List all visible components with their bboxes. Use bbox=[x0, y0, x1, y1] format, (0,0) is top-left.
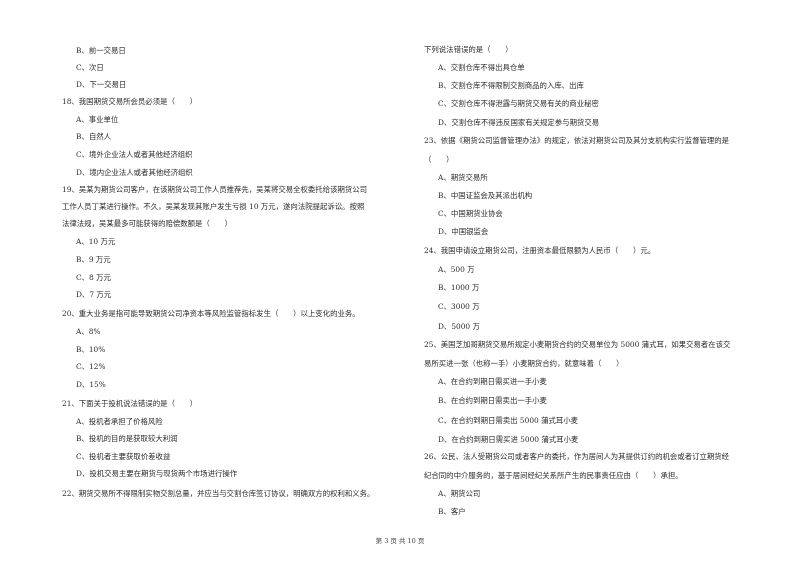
answer-option: A、在合约到期日需买进一手小麦 bbox=[438, 377, 547, 386]
question-text: 26、公民、法人受期货公司或者客户的委托，作为居间人为其提供订约的机会或者订立期… bbox=[424, 452, 730, 461]
answer-option: C、次日 bbox=[76, 63, 104, 72]
answer-option: B、交割仓库不得限制交割商品的入库、出库 bbox=[438, 81, 584, 90]
question-text: 24、我国申请设立期货公司，注册资本最低限额为人民币（ ）元。 bbox=[424, 246, 656, 255]
answer-option: D、在合约到期日需买进 5000 蒲式耳小麦 bbox=[438, 435, 579, 444]
answer-option: C、交割仓库不得泄露与期货交易有关的商业秘密 bbox=[438, 99, 599, 108]
question-text: 22、期货交易所不得限制实物交割总量，并应当与交割仓库签订协议，明确双方的权利和… bbox=[62, 489, 375, 498]
question-text: 易所买进一张（也称一手）小麦期货合约，就意味着（ ） bbox=[424, 359, 624, 368]
answer-option: D、境内企业法人或者其他经济组织 bbox=[76, 168, 193, 177]
question-text: （ ） bbox=[424, 155, 454, 164]
answer-option: B、自然人 bbox=[76, 132, 111, 141]
answer-option: D、下一交易日 bbox=[76, 80, 127, 89]
question-text: 18、我国期货交易所会员必须是（ ） bbox=[62, 97, 198, 106]
answer-option: A、事业单位 bbox=[76, 115, 119, 124]
answer-option: D、5000 万 bbox=[438, 322, 480, 331]
answer-option: A、8% bbox=[76, 327, 101, 336]
answer-option: B、1000 万 bbox=[438, 283, 480, 292]
question-text: 23、依据《期货公司监督管理办法》的规定，依法对期货公司及其分支机构实行监督管理… bbox=[424, 136, 730, 145]
answer-option: C、中国期货业协会 bbox=[438, 209, 503, 218]
answer-option: D、投机交易主要在期货与现货两个市场进行操作 bbox=[76, 469, 238, 478]
question-text: 20、重大业务是指可能导致期货公司净资本等风险监管指标发生（ ）以上变化的业务。 bbox=[62, 309, 360, 318]
question-text: 法律法规，吴某最多可能获得的赔偿数额是（ ） bbox=[62, 219, 232, 228]
answer-option: D、中国银监会 bbox=[438, 227, 489, 236]
answer-option: D、7 万元 bbox=[76, 290, 112, 299]
question-text: 21、下面关于投机说法错误的是（ ） bbox=[62, 399, 198, 408]
answer-option: B、中国证监会及其派出机构 bbox=[438, 191, 533, 200]
question-text: 19、吴某为期货公司客户，在该期货公司工作人员推荐先，吴某将交易全权委托给该期货… bbox=[62, 185, 368, 194]
answer-option: A、500 万 bbox=[438, 265, 475, 274]
answer-option: B、投机的目的是获取较大利润 bbox=[76, 434, 178, 443]
answer-option: A、期货公司 bbox=[438, 489, 481, 498]
answer-option: A、10 万元 bbox=[76, 237, 116, 246]
question-text: 纪合同的中介服务的，基于居间经纪关系所产生的民事责任应由（ ）承担。 bbox=[424, 471, 683, 480]
answer-option: A、期货交易所 bbox=[438, 173, 488, 182]
answer-option: D、15% bbox=[76, 380, 106, 389]
answer-option: B、9 万元 bbox=[76, 255, 111, 264]
answer-option: A、交割仓库不得出具仓单 bbox=[438, 63, 525, 72]
answer-option: A、投机者承担了价格风险 bbox=[76, 417, 163, 426]
answer-option: C、在合约到期日需卖出 5000 蒲式耳小麦 bbox=[438, 416, 579, 425]
answer-option: C、投机者主要获取价差收益 bbox=[76, 452, 171, 461]
answer-option: B、10% bbox=[76, 345, 106, 354]
answer-option: C、3000 万 bbox=[438, 302, 480, 311]
answer-option: D、交割仓库不得违反国家有关规定参与期货交易 bbox=[438, 118, 600, 127]
question-text: 下列说法错误的是（ ） bbox=[424, 45, 513, 54]
answer-option: C、8 万元 bbox=[76, 273, 111, 282]
question-text: 25、美国芝加哥期货交易所规定小麦期货合约的交易单位为 5000 蒲式耳，如果交… bbox=[424, 340, 731, 349]
answer-option: B、客户 bbox=[438, 507, 466, 516]
answer-option: C、境外企业法人或者其他经济组织 bbox=[76, 150, 193, 159]
answer-option: B、在合约到期日需卖出一手小麦 bbox=[438, 396, 547, 405]
question-text: 工作人员丁某进行操作。不久，吴某发现其账户发生亏损 10 万元，遂向法院提起诉讼… bbox=[62, 202, 365, 211]
answer-option: B、前一交易日 bbox=[76, 46, 126, 55]
page-footer: 第 3 页 共 10 页 bbox=[375, 537, 425, 545]
answer-option: C、12% bbox=[76, 362, 106, 371]
